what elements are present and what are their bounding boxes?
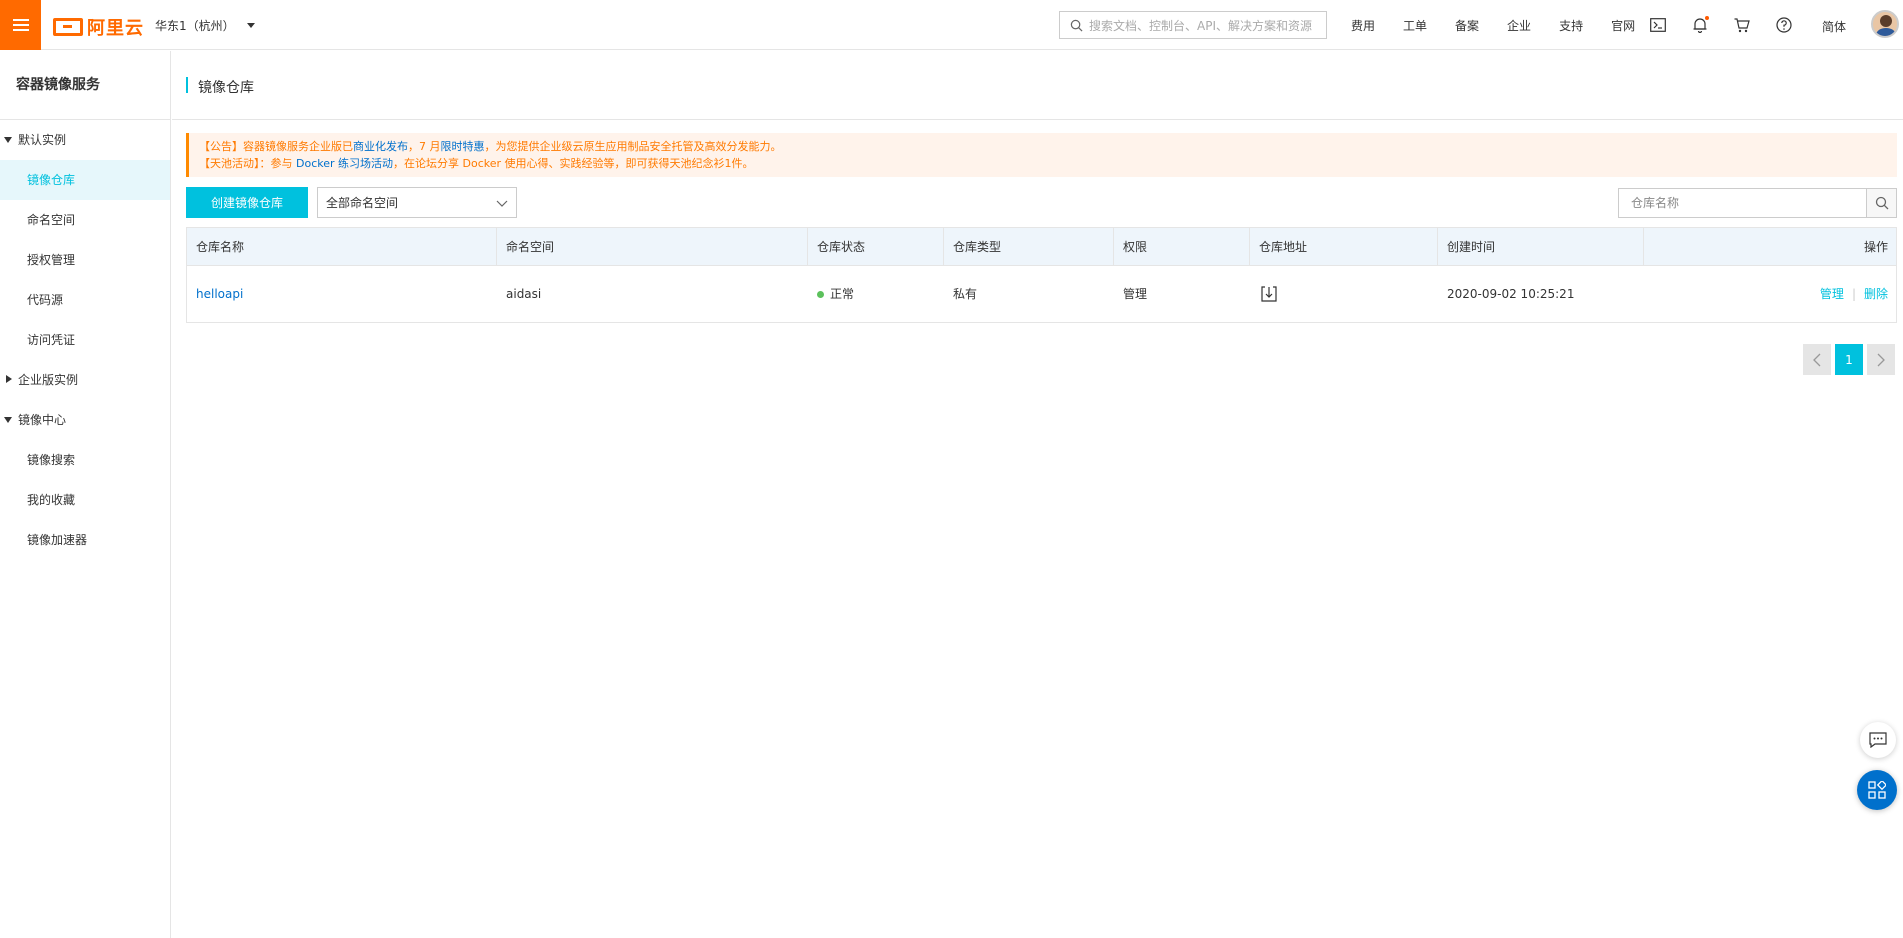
- nav-link-official-site[interactable]: 官网: [1611, 17, 1635, 34]
- nav-link-fees[interactable]: 费用: [1351, 17, 1375, 34]
- announcement-text: ，为您提供企业级云原生应用制品安全托管及高效分发能力。: [484, 140, 782, 153]
- sidebar-item-repositories[interactable]: 镜像仓库: [0, 160, 170, 200]
- chevron-left-icon: [1813, 353, 1821, 366]
- permission-cell: 管理: [1123, 287, 1148, 301]
- column-header-created: 创建时间: [1438, 228, 1644, 266]
- delete-link[interactable]: 删除: [1864, 266, 1888, 322]
- chat-icon: [1869, 732, 1887, 748]
- manage-link[interactable]: 管理: [1820, 266, 1844, 322]
- nav-link-icp[interactable]: 备案: [1455, 17, 1479, 34]
- logo-text: 阿里云: [87, 18, 144, 39]
- sidebar-group-label: 默认实例: [18, 133, 67, 147]
- caret-down-icon: [4, 137, 12, 143]
- column-header-actions: 操作: [1863, 240, 1888, 254]
- help-icon[interactable]: [1774, 15, 1794, 35]
- title-accent-bar: [186, 77, 188, 93]
- chat-feedback-button[interactable]: [1860, 722, 1896, 758]
- global-search-placeholder: 搜索文档、控制台、API、解决方案和资源: [1089, 18, 1312, 33]
- namespace-cell: aidasi: [506, 287, 542, 301]
- top-nav-links: 费用 工单 备案 企业 支持 官网: [1351, 0, 1663, 50]
- sidebar: 容器镜像服务 默认实例 镜像仓库 命名空间 授权管理 代码源 访问凭证 企业版实…: [0, 51, 171, 938]
- commercial-release-link[interactable]: 商业化发布: [353, 140, 408, 153]
- caret-down-icon: [4, 417, 12, 423]
- sidebar-item-access-credentials[interactable]: 访问凭证: [0, 320, 170, 360]
- docker-playground-link[interactable]: Docker 练习场活动: [296, 157, 393, 170]
- page-title: 镜像仓库: [198, 80, 254, 96]
- created-time-cell: 2020-09-02 10:25:21: [1447, 287, 1575, 301]
- pagination: 1: [1803, 344, 1895, 375]
- create-repository-button[interactable]: 创建镜像仓库: [186, 187, 308, 218]
- sidebar-item-image-accelerator[interactable]: 镜像加速器: [0, 520, 170, 560]
- sidebar-title: 容器镜像服务: [0, 51, 170, 120]
- repository-name-link[interactable]: helloapi: [196, 266, 243, 322]
- sidebar-group-label: 企业版实例: [18, 373, 79, 387]
- sidebar-item-authorization[interactable]: 授权管理: [0, 240, 170, 280]
- sidebar-item-namespaces[interactable]: 命名空间: [0, 200, 170, 240]
- search-icon: [1070, 19, 1083, 31]
- download-address-icon[interactable]: [1261, 286, 1277, 302]
- previous-page-button[interactable]: [1803, 344, 1831, 375]
- sidebar-group-default-instance[interactable]: 默认实例: [0, 120, 170, 160]
- sidebar-group-enterprise-instance[interactable]: 企业版实例: [0, 360, 170, 400]
- global-search-input[interactable]: 搜索文档、控制台、API、解决方案和资源: [1059, 11, 1327, 39]
- limited-offer-link[interactable]: 限时特惠: [441, 140, 485, 153]
- caret-right-icon: [6, 375, 12, 383]
- region-label: 华东1（杭州）: [155, 19, 235, 33]
- announcement-banner: 【公告】容器镜像服务企业版已商业化发布，7 月限时特惠，为您提供企业级云原生应用…: [186, 133, 1897, 177]
- logo-mark-icon: [53, 18, 83, 36]
- page-button-current[interactable]: 1: [1835, 344, 1863, 375]
- apps-launcher-button[interactable]: [1857, 770, 1897, 810]
- terminal-icon[interactable]: [1648, 15, 1668, 35]
- apps-grid-icon: [1868, 781, 1886, 799]
- announcement-line-2: 【天池活动】：参与 Docker 练习场活动，在论坛分享 Docker 使用心得…: [199, 155, 1887, 172]
- notification-dot: [1705, 16, 1709, 20]
- sidebar-item-my-favorites[interactable]: 我的收藏: [0, 480, 170, 520]
- search-icon: [1875, 196, 1888, 210]
- repository-search: [1618, 188, 1897, 218]
- sidebar-item-image-search[interactable]: 镜像搜索: [0, 440, 170, 480]
- cart-icon[interactable]: [1732, 15, 1752, 35]
- announcement-text: 【天池活动】：参与: [199, 157, 296, 170]
- nav-link-enterprise[interactable]: 企业: [1507, 17, 1531, 34]
- chevron-down-icon: [496, 200, 508, 207]
- page-header: 镜像仓库: [172, 51, 1903, 120]
- column-header-address: 仓库地址: [1250, 228, 1438, 266]
- repository-search-input[interactable]: [1619, 189, 1866, 217]
- top-navbar: 阿里云 华东1（杭州） 搜索文档、控制台、API、解决方案和资源 费用 工单 备…: [0, 0, 1903, 50]
- sidebar-group-image-center[interactable]: 镜像中心: [0, 400, 170, 440]
- caret-down-icon: [246, 23, 255, 28]
- table-header-row: 仓库名称 命名空间 仓库状态 仓库类型 权限 仓库地址 创建时间 操作: [187, 228, 1896, 266]
- nav-link-tickets[interactable]: 工单: [1403, 17, 1427, 34]
- user-avatar[interactable]: [1871, 10, 1899, 38]
- column-header-namespace: 命名空间: [497, 228, 808, 266]
- hamburger-menu-icon[interactable]: [0, 0, 41, 50]
- type-cell: 私有: [953, 287, 978, 301]
- sidebar-item-code-source[interactable]: 代码源: [0, 280, 170, 320]
- nav-link-support[interactable]: 支持: [1559, 17, 1583, 34]
- next-page-button[interactable]: [1867, 344, 1895, 375]
- announcement-text: ，在论坛分享 Docker 使用心得、实践经验等，即可获得天池纪念衫1件。: [393, 157, 754, 170]
- namespace-select[interactable]: 全部命名空间: [317, 187, 517, 218]
- sidebar-group-label: 镜像中心: [18, 413, 67, 427]
- status-cell: 正常: [830, 287, 855, 301]
- column-header-type: 仓库类型: [944, 228, 1114, 266]
- announcement-text: 【公告】容器镜像服务企业版已: [199, 140, 353, 153]
- announcement-line-1: 【公告】容器镜像服务企业版已商业化发布，7 月限时特惠，为您提供企业级云原生应用…: [199, 138, 1887, 155]
- namespace-select-value: 全部命名空间: [326, 196, 399, 210]
- column-header-name: 仓库名称: [187, 228, 497, 266]
- column-header-permission: 权限: [1114, 228, 1250, 266]
- aliyun-logo[interactable]: 阿里云: [53, 14, 144, 40]
- repository-search-button[interactable]: [1866, 189, 1896, 217]
- repository-table: 仓库名称 命名空间 仓库状态 仓库类型 权限 仓库地址 创建时间 操作 hell…: [186, 227, 1897, 323]
- chevron-right-icon: [1877, 353, 1885, 366]
- announcement-text: ，7 月: [408, 140, 441, 153]
- column-header-status: 仓库状态: [808, 228, 944, 266]
- region-selector[interactable]: 华东1（杭州）: [155, 17, 255, 34]
- table-row: helloapi aidasi 正常 私有 管理 2020-09-02 10:2…: [187, 266, 1896, 322]
- top-nav-icons: [1648, 0, 1794, 50]
- status-ok-dot: [817, 290, 824, 298]
- bell-icon[interactable]: [1690, 15, 1710, 35]
- language-switch[interactable]: 简体: [1822, 18, 1846, 35]
- action-separator: |: [1851, 287, 1856, 301]
